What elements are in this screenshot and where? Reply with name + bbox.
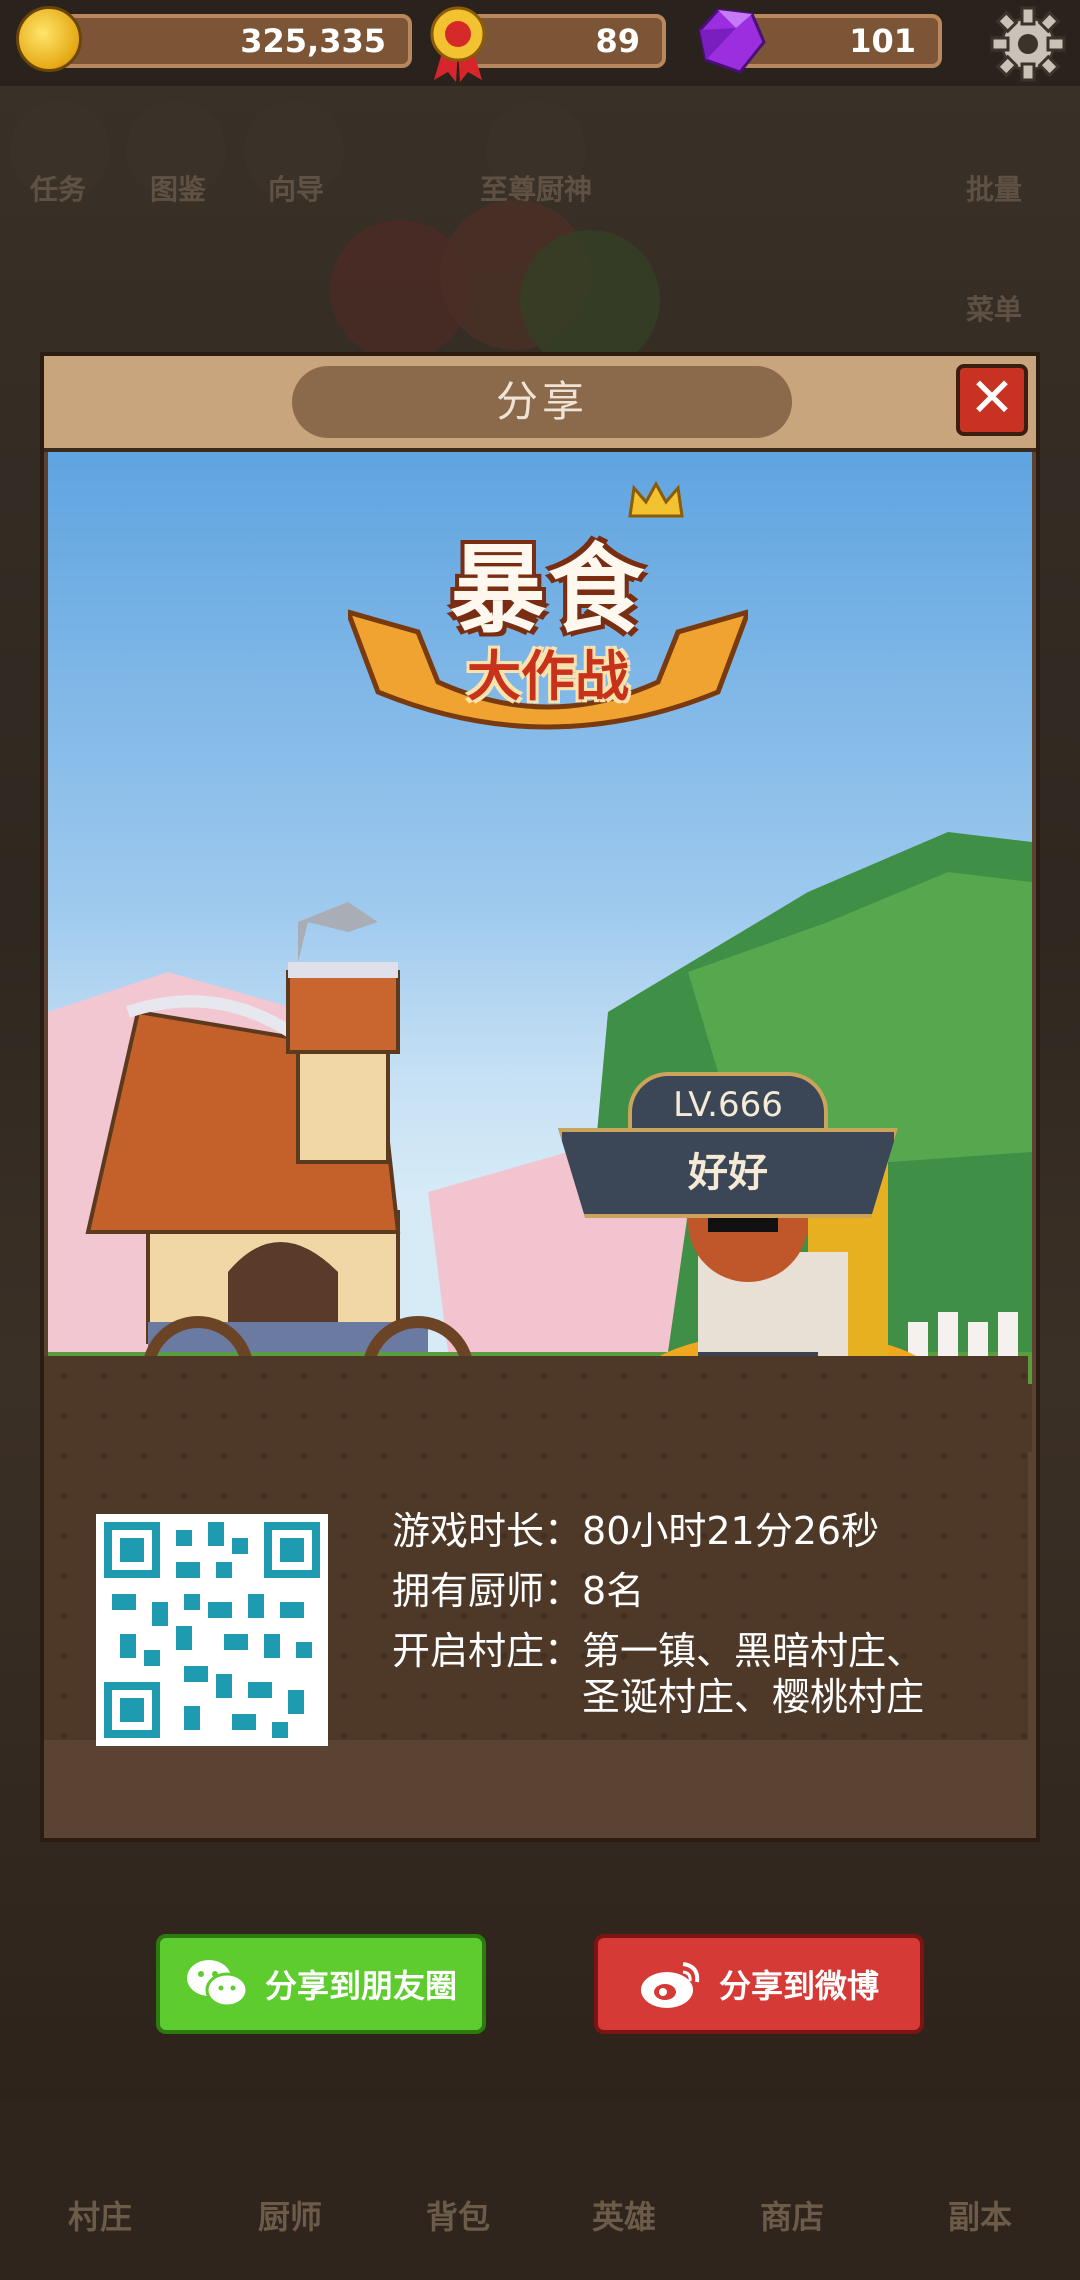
- menu-label[interactable]: 菜单: [966, 288, 1022, 328]
- share-image-scene: 暴食 大作战 LV.666 好好: [48, 452, 1032, 1452]
- nav-bag[interactable]: 背包: [398, 2192, 518, 2238]
- gold-coin-icon: [16, 6, 82, 72]
- nav-hero[interactable]: 英雄: [564, 2192, 684, 2238]
- share-wechat-moments-button[interactable]: 分享到朋友圈: [156, 1934, 486, 2034]
- player-stats: 游戏时长： 80小时21分26秒 拥有厨师： 8名 开启村庄： 第一镇、黑暗村庄…: [392, 1508, 1032, 1734]
- nav-chef[interactable]: 厨师: [230, 2192, 350, 2238]
- purple-gem-icon: [698, 8, 766, 74]
- nav-shop[interactable]: 商店: [732, 2192, 852, 2238]
- logo-subtitle: 大作战: [467, 645, 629, 708]
- stat-chefs: 拥有厨师： 8名: [392, 1568, 1032, 1614]
- bottom-navigation: 村庄 厨师 背包 英雄 商店 副本: [0, 2100, 1080, 2280]
- close-icon: ✕: [969, 366, 1015, 429]
- stat-label: 开启村庄：: [392, 1629, 583, 1673]
- game-logo: 暴食 大作战: [348, 472, 748, 730]
- stat-value: 第一镇、黑暗村庄、 圣诞村庄、樱桃村庄: [582, 1629, 925, 1719]
- guide-label: 向导: [268, 173, 325, 206]
- balloon-decoration: [520, 230, 660, 370]
- stat-value: 80小时21分26秒: [582, 1509, 880, 1553]
- dialog-title: 分享: [292, 366, 792, 438]
- weibo-button-label: 分享到微博: [718, 1967, 879, 2005]
- wechat-button-label: 分享到朋友圈: [264, 1967, 457, 2005]
- settings-gear-icon[interactable]: [988, 4, 1068, 84]
- player-level-badge: LV.666 好好: [558, 1072, 898, 1222]
- currency-bar: 325,335 89 101: [0, 0, 1080, 86]
- stat-label: 游戏时长：: [392, 1509, 583, 1553]
- stat-villages: 开启村庄： 第一镇、黑暗村庄、 圣诞村庄、樱桃村庄: [392, 1628, 1032, 1720]
- stat-value: 8名: [582, 1569, 645, 1613]
- batch-label[interactable]: 批量: [966, 168, 1022, 208]
- player-level: LV.666: [628, 1072, 828, 1132]
- nav-dungeon[interactable]: 副本: [920, 2192, 1040, 2238]
- dialog-header: 分享 ✕: [44, 356, 1036, 452]
- share-dialog: 分享 ✕ 暴食 大作战 LV.666 好好 游戏时长： 80小时21分26秒 拥…: [40, 352, 1040, 1842]
- stat-play-time: 游戏时长： 80小时21分26秒: [392, 1508, 1032, 1554]
- gold-counter: 325,335: [56, 14, 412, 68]
- nav-village[interactable]: 村庄: [40, 2192, 160, 2238]
- medal-icon: [430, 6, 486, 82]
- qr-code: [96, 1514, 328, 1746]
- catalog-label: 图鉴: [150, 173, 207, 206]
- player-name: 好好: [558, 1128, 898, 1218]
- tasks-label: 任务: [30, 173, 87, 206]
- wechat-icon: [186, 1960, 249, 2008]
- logo-title: 暴食: [450, 534, 646, 646]
- stat-label: 拥有厨师：: [392, 1569, 583, 1613]
- close-button[interactable]: ✕: [956, 364, 1028, 436]
- weibo-icon: [640, 1962, 700, 2008]
- share-weibo-button[interactable]: 分享到微博: [594, 1934, 924, 2034]
